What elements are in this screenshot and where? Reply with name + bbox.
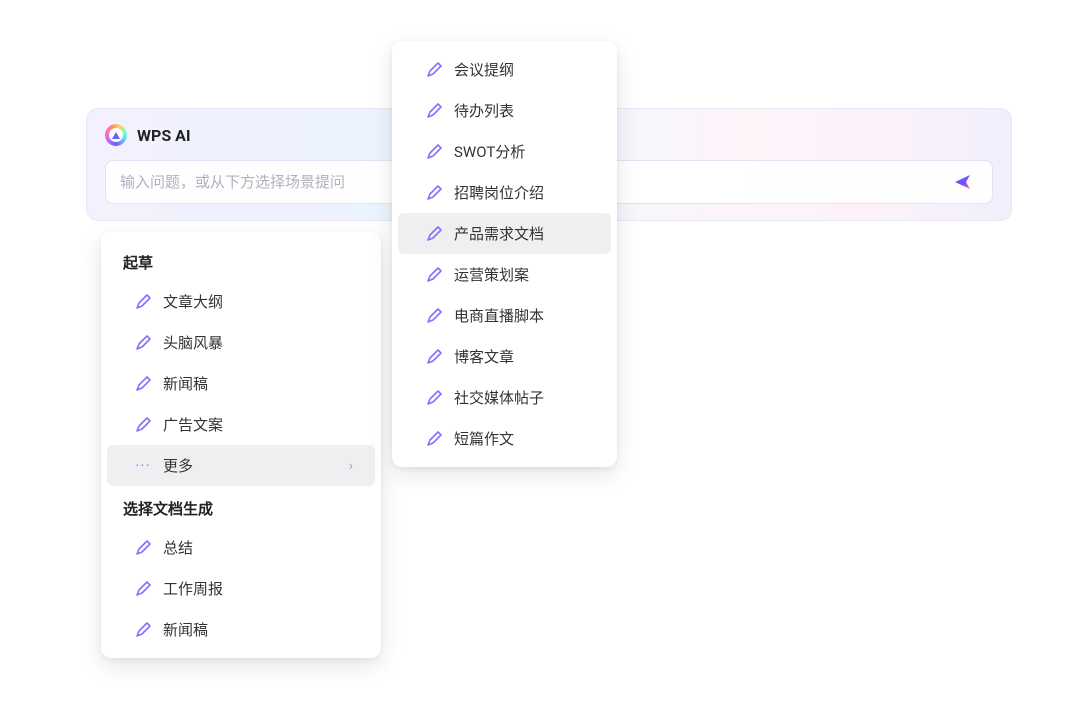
menu-item-label: 短篇作文 — [454, 428, 514, 449]
dropdown-primary: 起草 文章大纲 头脑风暴 新闻稿 广告文案 ··· 更多 › 选择文档生成 总结 — [101, 232, 381, 658]
pen-icon — [426, 308, 442, 324]
pen-icon — [135, 417, 151, 433]
menu-item-weekly-report[interactable]: 工作周报 — [107, 568, 375, 609]
menu-item-label: 社交媒体帖子 — [454, 387, 544, 408]
menu-item-label: 工作周报 — [163, 578, 223, 599]
menu-item-label: 广告文案 — [163, 414, 223, 435]
app-title: WPS AI — [137, 126, 191, 145]
menu-item-press-release-2[interactable]: 新闻稿 — [107, 609, 375, 650]
menu-item-label: 新闻稿 — [163, 619, 208, 640]
pen-icon — [426, 390, 442, 406]
menu-item-summary[interactable]: 总结 — [107, 527, 375, 568]
menu-item-label: 总结 — [163, 537, 193, 558]
more-dots-icon: ··· — [135, 456, 151, 475]
pen-icon — [426, 226, 442, 242]
menu-item-article-outline[interactable]: 文章大纲 — [107, 281, 375, 322]
menu-item-label: 新闻稿 — [163, 373, 208, 394]
section-title-generate: 选择文档生成 — [101, 486, 381, 527]
menu-item-social-post[interactable]: 社交媒体帖子 — [398, 377, 611, 418]
menu-item-short-essay[interactable]: 短篇作文 — [398, 418, 611, 459]
menu-item-blog[interactable]: 博客文章 — [398, 336, 611, 377]
menu-item-label: 文章大纲 — [163, 291, 223, 312]
menu-item-ad-copy[interactable]: 广告文案 — [107, 404, 375, 445]
menu-item-label: 产品需求文档 — [454, 223, 544, 244]
menu-item-label: 招聘岗位介绍 — [454, 182, 544, 203]
menu-item-meeting-outline[interactable]: 会议提纲 — [398, 49, 611, 90]
menu-item-prd[interactable]: 产品需求文档 — [398, 213, 611, 254]
menu-item-label: 会议提纲 — [454, 59, 514, 80]
pen-icon — [135, 540, 151, 556]
chevron-right-icon: › — [349, 458, 353, 474]
pen-icon — [426, 267, 442, 283]
pen-icon — [135, 376, 151, 392]
menu-item-press-release[interactable]: 新闻稿 — [107, 363, 375, 404]
menu-item-label: 更多 — [163, 455, 193, 476]
menu-item-label: 待办列表 — [454, 100, 514, 121]
menu-item-ops-plan[interactable]: 运营策划案 — [398, 254, 611, 295]
menu-item-swot[interactable]: SWOT分析 — [398, 131, 611, 172]
menu-item-label: SWOT分析 — [454, 141, 525, 162]
pen-icon — [426, 144, 442, 160]
section-title-draft: 起草 — [101, 240, 381, 281]
pen-icon — [135, 622, 151, 638]
send-icon — [953, 172, 973, 192]
pen-icon — [135, 581, 151, 597]
pen-icon — [426, 62, 442, 78]
menu-item-job-desc[interactable]: 招聘岗位介绍 — [398, 172, 611, 213]
pen-icon — [135, 335, 151, 351]
menu-item-label: 博客文章 — [454, 346, 514, 367]
menu-item-livestream-script[interactable]: 电商直播脚本 — [398, 295, 611, 336]
pen-icon — [135, 294, 151, 310]
menu-item-more[interactable]: ··· 更多 › — [107, 445, 375, 486]
send-button[interactable] — [948, 167, 978, 197]
menu-item-label: 头脑风暴 — [163, 332, 223, 353]
menu-item-label: 运营策划案 — [454, 264, 529, 285]
menu-item-todo-list[interactable]: 待办列表 — [398, 90, 611, 131]
menu-item-label: 电商直播脚本 — [454, 305, 544, 326]
pen-icon — [426, 349, 442, 365]
dropdown-submenu: 会议提纲 待办列表 SWOT分析 招聘岗位介绍 产品需求文档 运营策划案 电商直… — [392, 41, 617, 467]
pen-icon — [426, 103, 442, 119]
pen-icon — [426, 185, 442, 201]
pen-icon — [426, 431, 442, 447]
menu-item-brainstorm[interactable]: 头脑风暴 — [107, 322, 375, 363]
wps-ai-logo-icon — [105, 124, 127, 146]
